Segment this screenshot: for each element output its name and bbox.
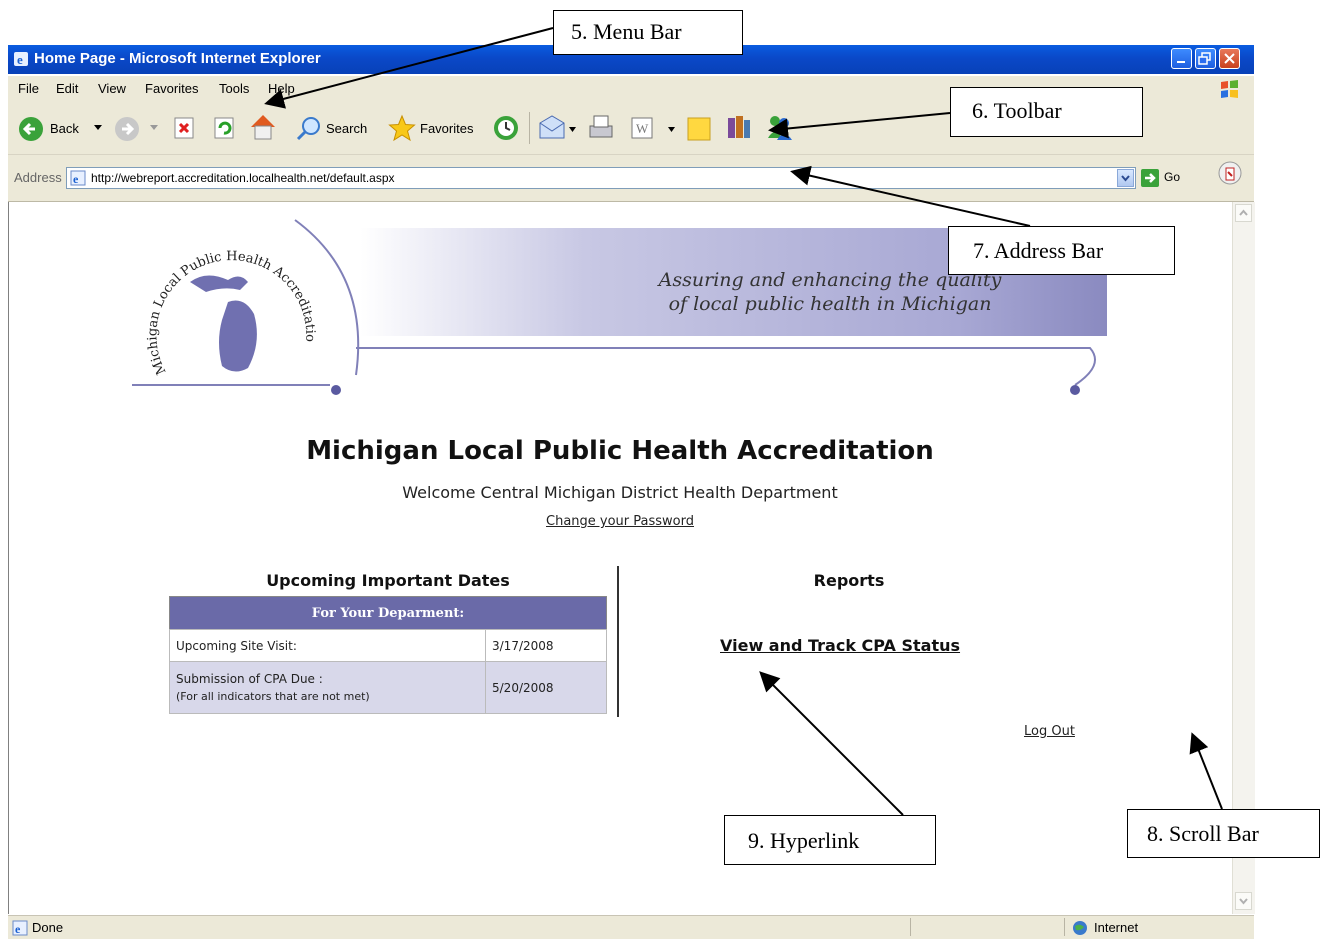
annotation-arrows	[264, 27, 1223, 816]
callout-address-bar: 7. Address Bar	[948, 226, 1175, 275]
callout-toolbar: 6. Toolbar	[950, 87, 1143, 137]
callout-scroll-bar: 8. Scroll Bar	[1127, 809, 1320, 858]
callout-hyperlink: 9. Hyperlink	[724, 815, 936, 865]
callout-menu-bar: 5. Menu Bar	[553, 10, 743, 55]
